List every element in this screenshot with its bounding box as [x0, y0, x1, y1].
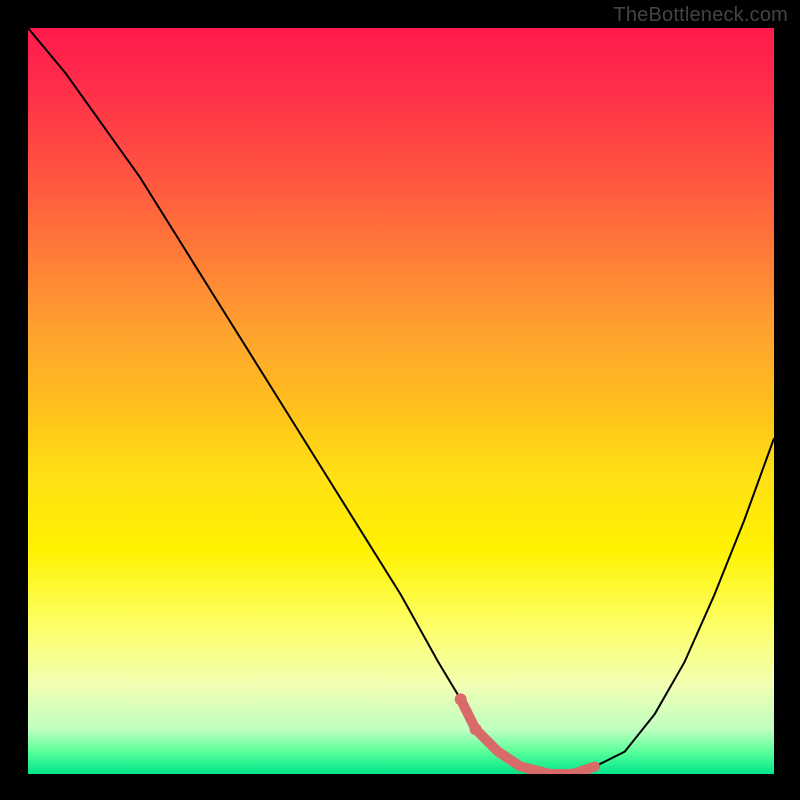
bottleneck-curve — [28, 28, 774, 774]
highlight-dot-1 — [470, 723, 482, 735]
chart-frame: TheBottleneck.com — [0, 0, 800, 800]
highlight-segment — [461, 699, 595, 774]
highlight-dot-0 — [455, 693, 467, 705]
highlight-region — [455, 693, 595, 774]
watermark-text: TheBottleneck.com — [613, 4, 788, 27]
curve-svg — [28, 28, 774, 774]
plot-area — [28, 28, 774, 774]
